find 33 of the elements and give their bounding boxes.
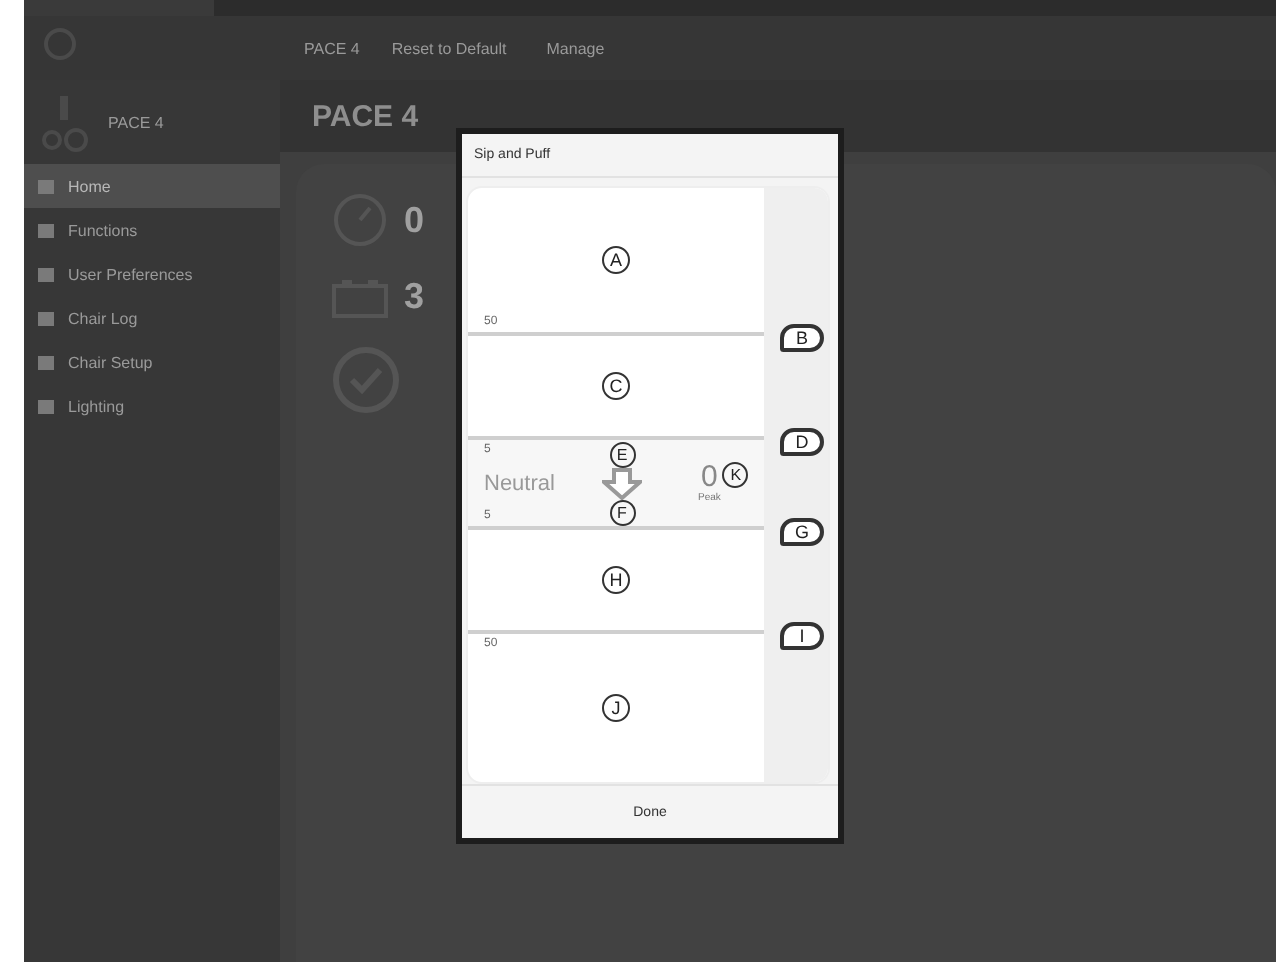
toolbar-button[interactable]: Reset to Default bbox=[383, 35, 515, 61]
toolbar-button[interactable]: Manage bbox=[538, 35, 613, 61]
nav-item[interactable]: Functions bbox=[24, 208, 280, 252]
down-arrow-icon bbox=[602, 467, 642, 500]
nav-icon bbox=[36, 352, 56, 372]
document-tab[interactable] bbox=[24, 0, 214, 16]
device-name: PACE 4 bbox=[108, 113, 164, 131]
marker-label: F bbox=[609, 499, 635, 526]
nav-icon bbox=[36, 396, 56, 416]
nav-icon bbox=[36, 264, 56, 284]
nav-item[interactable]: Chair Setup bbox=[24, 340, 280, 384]
marker-label: K bbox=[722, 462, 749, 489]
marker-label: C bbox=[602, 372, 630, 401]
nav-icon bbox=[36, 220, 56, 240]
stat-value: 3 bbox=[404, 276, 425, 318]
callout-label: B bbox=[780, 324, 824, 353]
nav-icon bbox=[36, 176, 56, 196]
stat-value: 0 bbox=[404, 199, 425, 241]
peak-value: 0 bbox=[701, 462, 718, 493]
page-label: PACE 4 bbox=[304, 39, 360, 57]
page-heading: PACE 4 bbox=[312, 99, 419, 133]
nav-item[interactable]: Home bbox=[24, 164, 280, 208]
marker-label: A bbox=[602, 246, 630, 275]
nav-icon bbox=[36, 308, 56, 328]
callout-label: I bbox=[780, 622, 824, 651]
nav-item[interactable]: User Preferences bbox=[24, 252, 280, 296]
callout-label: G bbox=[780, 518, 824, 547]
marker-label: J bbox=[602, 694, 630, 723]
marker-label: H bbox=[602, 566, 630, 595]
neutral-label: Neutral bbox=[484, 471, 557, 496]
nav-item[interactable]: Lighting bbox=[24, 384, 280, 428]
callout-label: D bbox=[780, 428, 824, 457]
nav-item[interactable]: Chair Log bbox=[24, 296, 280, 340]
